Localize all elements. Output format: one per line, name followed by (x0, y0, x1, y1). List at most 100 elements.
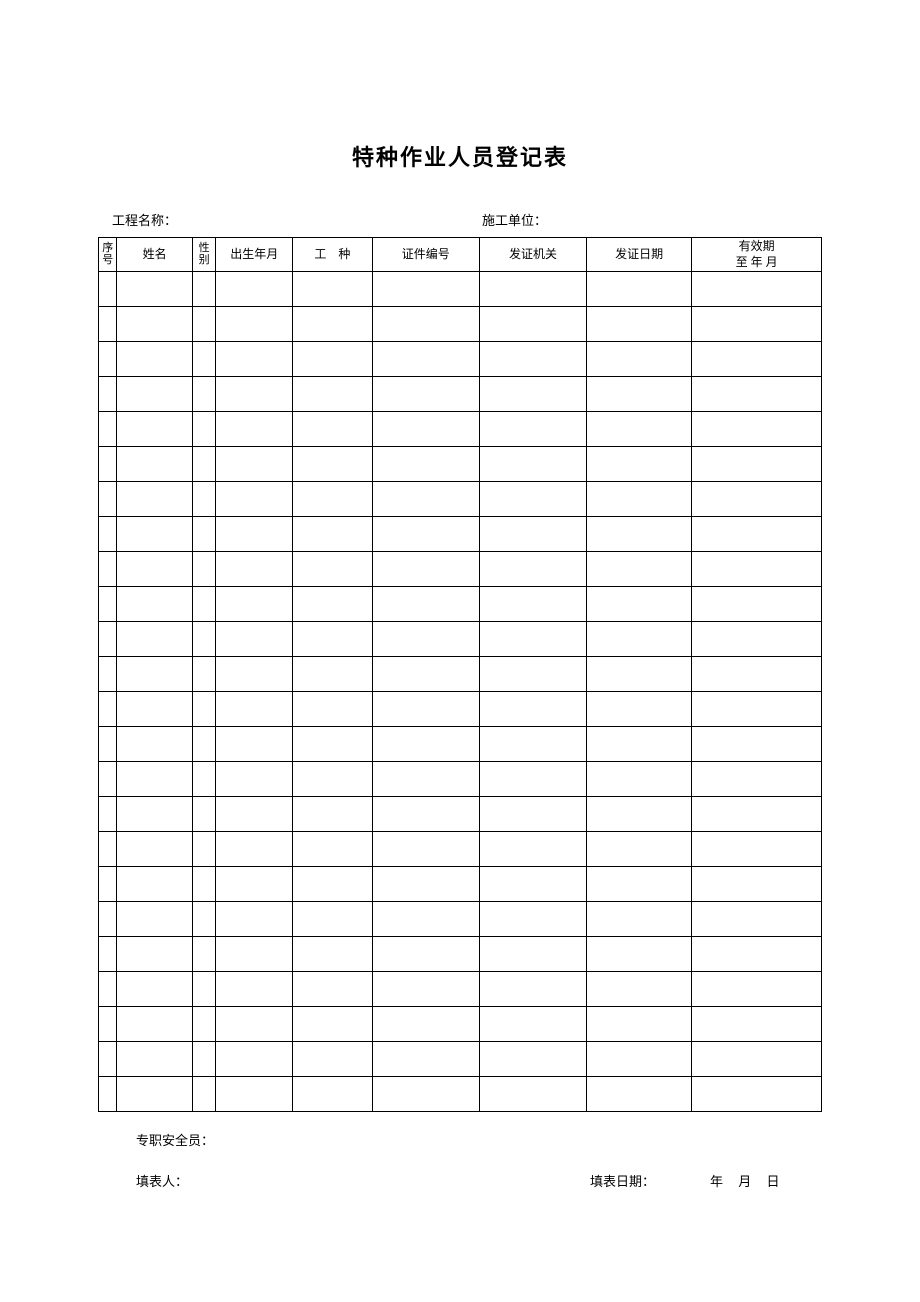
cell-issuer (479, 622, 586, 657)
cell-birth (216, 902, 293, 937)
table-row (99, 447, 822, 482)
cell-name (117, 342, 193, 377)
cell-birth (216, 727, 293, 762)
cell-valid (692, 307, 822, 342)
cell-cert (372, 692, 479, 727)
cell-gender (192, 937, 215, 972)
cell-issuedate (587, 972, 692, 1007)
project-name-label: 工程名称： (112, 213, 177, 228)
cell-gender (192, 587, 215, 622)
table-row (99, 727, 822, 762)
cell-valid (692, 412, 822, 447)
table-row (99, 867, 822, 902)
cell-valid (692, 902, 822, 937)
cell-gender (192, 1007, 215, 1042)
cell-name (117, 797, 193, 832)
cell-valid (692, 552, 822, 587)
cell-cert (372, 797, 479, 832)
cell-gender (192, 972, 215, 1007)
cell-issuedate (587, 797, 692, 832)
cell-seq (99, 692, 117, 727)
cell-birth (216, 517, 293, 552)
table-row (99, 587, 822, 622)
cell-work (293, 517, 373, 552)
table-row (99, 342, 822, 377)
cell-work (293, 727, 373, 762)
cell-cert (372, 482, 479, 517)
cell-name (117, 972, 193, 1007)
cell-name (117, 762, 193, 797)
table-header-row: 序号 姓名 性别 出生年月 工 种 证件编号 发证机关 发证日期 有效期 至 年… (99, 238, 822, 272)
cell-issuedate (587, 587, 692, 622)
header-issuer: 发证机关 (479, 238, 586, 272)
table-row (99, 552, 822, 587)
cell-birth (216, 657, 293, 692)
header-birth: 出生年月 (216, 238, 293, 272)
cell-gender (192, 692, 215, 727)
cell-name (117, 657, 193, 692)
cell-valid (692, 1007, 822, 1042)
cell-birth (216, 552, 293, 587)
table-row (99, 797, 822, 832)
cell-name (117, 587, 193, 622)
cell-gender (192, 762, 215, 797)
cell-cert (372, 552, 479, 587)
cell-gender (192, 447, 215, 482)
cell-cert (372, 727, 479, 762)
cell-issuer (479, 692, 586, 727)
cell-seq (99, 482, 117, 517)
cell-cert (372, 412, 479, 447)
cell-birth (216, 587, 293, 622)
cell-issuer (479, 307, 586, 342)
cell-gender (192, 412, 215, 447)
header-cert: 证件编号 (372, 238, 479, 272)
cell-gender (192, 727, 215, 762)
cell-issuer (479, 867, 586, 902)
cell-cert (372, 832, 479, 867)
table-row (99, 972, 822, 1007)
cell-birth (216, 762, 293, 797)
filler-label: 填表人： (136, 1174, 188, 1189)
cell-cert (372, 272, 479, 307)
fill-date-label: 填表日期： (590, 1171, 710, 1190)
cell-seq (99, 867, 117, 902)
cell-seq (99, 1007, 117, 1042)
table-row (99, 762, 822, 797)
filler-field: 填表人： (136, 1171, 590, 1190)
cell-work (293, 797, 373, 832)
cell-issuer (479, 972, 586, 1007)
cell-work (293, 587, 373, 622)
cell-seq (99, 412, 117, 447)
safety-officer-label: 专职安全员： (136, 1133, 214, 1148)
cell-work (293, 1042, 373, 1077)
cell-gender (192, 867, 215, 902)
cell-birth (216, 377, 293, 412)
cell-valid (692, 832, 822, 867)
cell-issuer (479, 762, 586, 797)
cell-gender (192, 1077, 215, 1112)
cell-gender (192, 622, 215, 657)
cell-valid (692, 447, 822, 482)
cell-issuer (479, 797, 586, 832)
cell-seq (99, 727, 117, 762)
cell-valid (692, 972, 822, 1007)
cell-gender (192, 797, 215, 832)
cell-work (293, 937, 373, 972)
cell-valid (692, 587, 822, 622)
cell-work (293, 342, 373, 377)
cell-seq (99, 657, 117, 692)
cell-birth (216, 272, 293, 307)
cell-seq (99, 307, 117, 342)
cell-valid (692, 937, 822, 972)
cell-cert (372, 867, 479, 902)
cell-name (117, 1042, 193, 1077)
cell-issuer (479, 272, 586, 307)
table-row (99, 272, 822, 307)
cell-gender (192, 342, 215, 377)
cell-issuer (479, 1077, 586, 1112)
cell-issuedate (587, 657, 692, 692)
project-name-field: 工程名称： (112, 210, 482, 229)
cell-issuer (479, 377, 586, 412)
cell-valid (692, 762, 822, 797)
cell-name (117, 272, 193, 307)
